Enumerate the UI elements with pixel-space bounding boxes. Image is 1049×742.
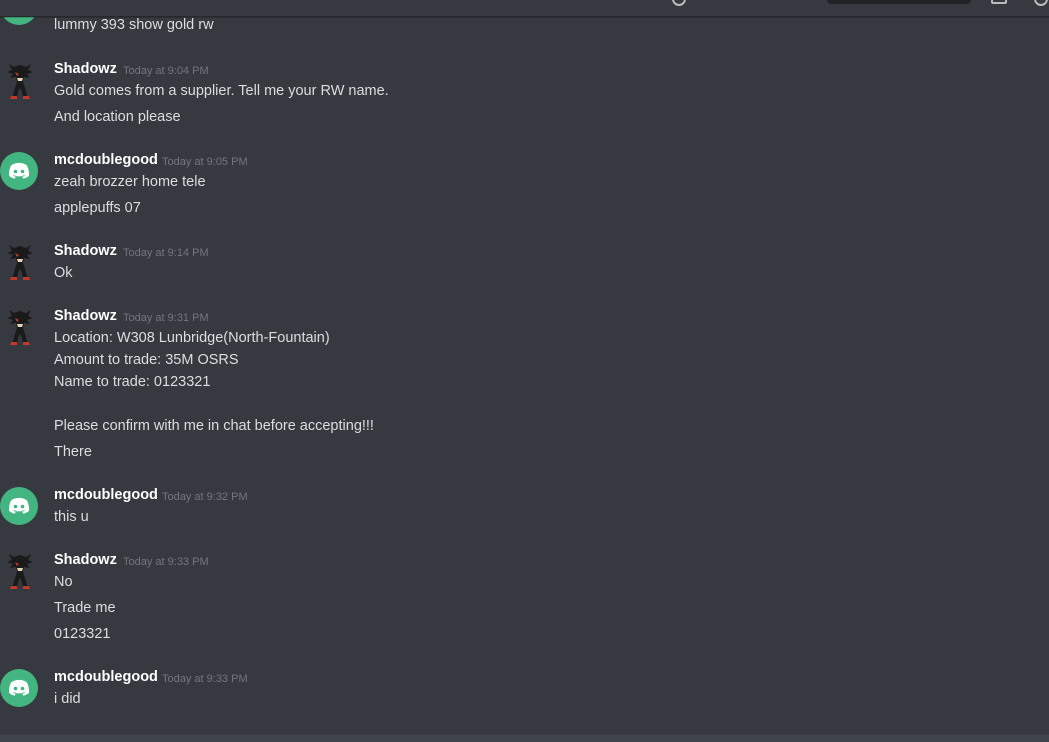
message-author[interactable]: Shadowz	[54, 243, 117, 259]
message-timestamp: Today at 9:32 PM	[162, 491, 248, 503]
discord-avatar-icon[interactable]	[0, 152, 38, 190]
inbox-icon[interactable]	[991, 0, 1007, 4]
message-line: And location please	[54, 109, 181, 125]
message-line: Location: W308 Lunbridge(North-Fountain)	[54, 330, 330, 346]
message-line: lummy 393 show gold rw	[54, 17, 214, 33]
message-author[interactable]: Shadowz	[54, 552, 117, 568]
message-author[interactable]: Shadowz	[54, 61, 117, 77]
message-line: zeah brozzer home tele	[54, 174, 206, 190]
message-timestamp: Today at 9:05 PM	[162, 156, 248, 168]
message-timestamp: Today at 9:31 PM	[123, 312, 209, 324]
message-line: Please confirm with me in chat before ac…	[54, 418, 374, 434]
message-author[interactable]: Shadowz	[54, 308, 117, 324]
discord-chat-window: lummy 393 show gold rw Shadowz Today at …	[0, 0, 1049, 742]
message-line: Name to trade: 0123321	[54, 374, 211, 390]
message-line: Trade me	[54, 600, 116, 616]
message-line: There	[54, 444, 92, 460]
discord-avatar-icon[interactable]	[0, 669, 38, 707]
settings-icon[interactable]	[1034, 0, 1048, 6]
shadow-avatar-icon[interactable]	[6, 243, 34, 281]
message-input-bar[interactable]	[0, 735, 1049, 742]
shadow-avatar-icon[interactable]	[6, 308, 34, 346]
message-line: Gold comes from a supplier. Tell me your…	[54, 83, 389, 99]
message-author[interactable]: mcdoublegood	[54, 669, 158, 685]
message-timestamp: Today at 9:04 PM	[123, 65, 209, 77]
message-line: 0123321	[54, 626, 111, 642]
channel-header	[0, 0, 1049, 17]
message-author[interactable]: mcdoublegood	[54, 487, 158, 503]
discord-avatar-icon[interactable]	[0, 487, 38, 525]
message-author[interactable]: mcdoublegood	[54, 152, 158, 168]
message-line: applepuffs 07	[54, 200, 141, 216]
help-icon[interactable]	[672, 0, 686, 6]
message-line: No	[54, 574, 73, 590]
search-input[interactable]	[827, 0, 971, 4]
message-line: this u	[54, 509, 89, 525]
message-line: Amount to trade: 35M OSRS	[54, 352, 239, 368]
message-timestamp: Today at 9:33 PM	[123, 556, 209, 568]
shadow-avatar-icon[interactable]	[6, 552, 34, 590]
message-line: Ok	[54, 265, 73, 281]
message-timestamp: Today at 9:14 PM	[123, 247, 209, 259]
message-timestamp: Today at 9:33 PM	[162, 673, 248, 685]
message-line: i did	[54, 691, 81, 707]
shadow-avatar-icon[interactable]	[6, 62, 34, 100]
